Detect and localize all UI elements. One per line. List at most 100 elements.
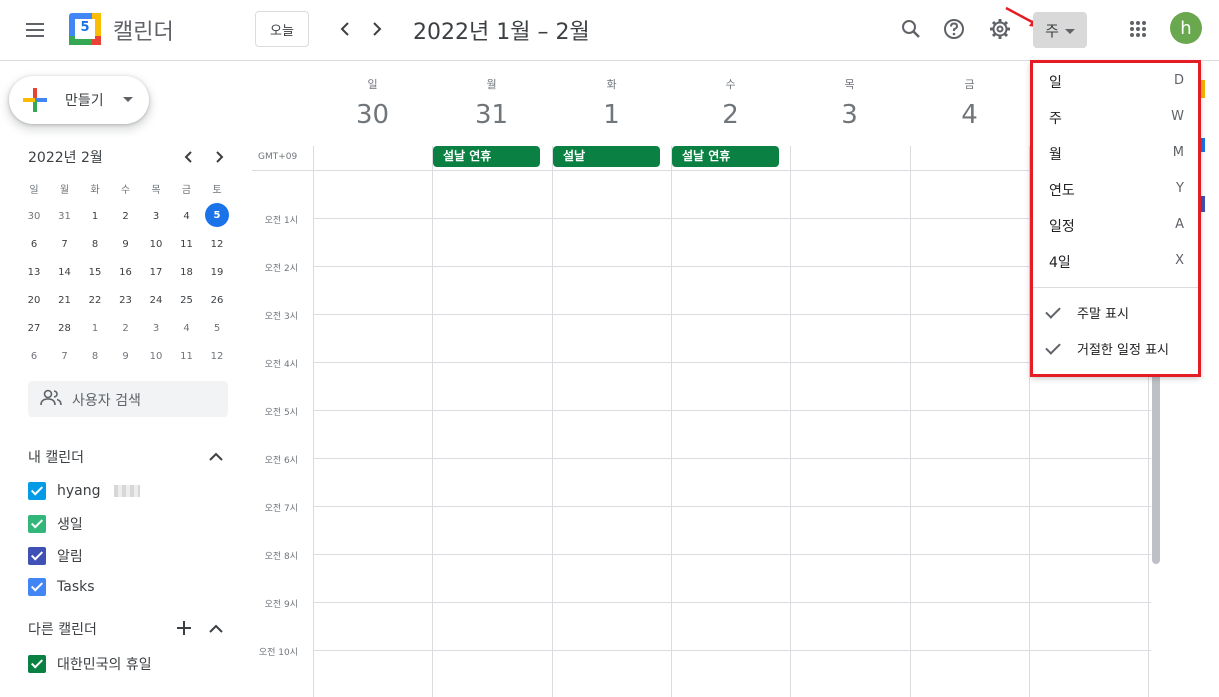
mini-day[interactable]: 11: [173, 230, 201, 258]
create-button[interactable]: 만들기: [9, 76, 149, 124]
mini-day[interactable]: 23: [112, 286, 140, 314]
day-date-number[interactable]: 31: [432, 100, 551, 130]
grid-column-line: [313, 146, 314, 697]
mini-day[interactable]: 4: [173, 202, 201, 230]
mini-day[interactable]: 7: [51, 342, 79, 370]
top-bar: 5 캘린더 오늘 2022년 1월 – 2월 주 h: [0, 0, 1219, 61]
logo-number: 5: [80, 20, 90, 35]
day-date-number[interactable]: 1: [552, 100, 671, 130]
calendar-list-item[interactable]: 대한민국의 휴일: [28, 654, 218, 674]
day-column-header[interactable]: 월 31: [432, 76, 551, 130]
mini-day[interactable]: 5: [203, 314, 231, 342]
mini-day[interactable]: 16: [112, 258, 140, 286]
mini-day[interactable]: 10: [142, 342, 170, 370]
account-avatar[interactable]: h: [1170, 12, 1202, 44]
mini-day[interactable]: 2: [112, 314, 140, 342]
mini-day[interactable]: 1: [81, 202, 109, 230]
mini-day[interactable]: 18: [173, 258, 201, 286]
time-label: 오전 4시: [264, 360, 298, 370]
my-calendars-title: 내 캘린더: [28, 450, 84, 466]
checkbox-checked-icon[interactable]: [28, 482, 46, 500]
search-people-input[interactable]: 사용자 검색: [28, 381, 228, 417]
mini-day[interactable]: 20: [20, 286, 48, 314]
grid-scrollbar[interactable]: [1152, 370, 1160, 564]
mini-day[interactable]: 6: [20, 342, 48, 370]
day-column-header[interactable]: 화1: [552, 76, 671, 130]
mini-day[interactable]: 27: [20, 314, 48, 342]
checkbox-checked-icon[interactable]: [28, 547, 46, 565]
all-day-event[interactable]: 설날 연휴: [672, 146, 779, 167]
mini-day[interactable]: 25: [173, 286, 201, 314]
mini-day[interactable]: 4: [173, 314, 201, 342]
mini-calendar-next-icon[interactable]: [210, 148, 228, 166]
calendar-list-item[interactable]: hyang: [28, 482, 218, 500]
mini-day[interactable]: 8: [81, 230, 109, 258]
day-date-number[interactable]: 4: [910, 100, 1029, 130]
mini-day[interactable]: 28: [51, 314, 79, 342]
day-of-week-label: 화: [606, 78, 617, 91]
annotation-highlight-box: [1030, 60, 1201, 377]
day-of-week-label: 일: [367, 78, 378, 91]
day-column-header[interactable]: 금4: [910, 76, 1029, 130]
all-day-event[interactable]: 설날: [553, 146, 660, 167]
help-icon[interactable]: [934, 9, 974, 49]
mini-day[interactable]: 1: [81, 314, 109, 342]
checkbox-checked-icon[interactable]: [28, 578, 46, 596]
add-other-calendar-icon[interactable]: [175, 619, 193, 637]
mini-day[interactable]: 6: [20, 230, 48, 258]
mini-day[interactable]: 15: [81, 258, 109, 286]
main-menu-icon[interactable]: [22, 18, 48, 42]
collapse-other-calendars-icon[interactable]: [207, 621, 225, 637]
mini-day[interactable]: 12: [203, 342, 231, 370]
checkbox-checked-icon[interactable]: [28, 655, 46, 673]
mini-day[interactable]: 7: [51, 230, 79, 258]
mini-day[interactable]: 14: [51, 258, 79, 286]
mini-day[interactable]: 19: [203, 258, 231, 286]
time-label: 오전 3시: [264, 312, 298, 322]
mini-day[interactable]: 11: [173, 342, 201, 370]
mini-day[interactable]: 22: [81, 286, 109, 314]
day-column-header[interactable]: 목3: [790, 76, 909, 130]
day-of-week-label: 수: [725, 78, 736, 91]
mini-day[interactable]: 9: [112, 342, 140, 370]
view-switcher-button[interactable]: 주: [1033, 12, 1087, 48]
grid-column-line: [432, 146, 433, 697]
mini-day[interactable]: 31: [51, 202, 79, 230]
previous-period-icon[interactable]: [331, 15, 359, 43]
mini-day[interactable]: 3: [142, 202, 170, 230]
day-date-number[interactable]: 30: [313, 100, 432, 130]
apps-grid-icon[interactable]: [1118, 9, 1158, 49]
calendar-logo-icon[interactable]: 5: [68, 12, 102, 46]
app-name: 캘린더: [113, 20, 174, 45]
mini-day[interactable]: 24: [142, 286, 170, 314]
mini-day[interactable]: 30: [20, 202, 48, 230]
mini-day[interactable]: 9: [112, 230, 140, 258]
mini-day[interactable]: 21: [51, 286, 79, 314]
hour-line: [313, 554, 1151, 555]
day-date-number[interactable]: 3: [790, 100, 909, 130]
checkbox-checked-icon[interactable]: [28, 515, 46, 533]
today-button[interactable]: 오늘: [255, 11, 309, 47]
calendar-list-item[interactable]: 생일: [28, 514, 218, 534]
mini-day[interactable]: 17: [142, 258, 170, 286]
mini-day[interactable]: 12: [203, 230, 231, 258]
next-period-icon[interactable]: [363, 15, 391, 43]
day-column-header[interactable]: 수2: [671, 76, 790, 130]
calendar-list-item[interactable]: Tasks: [28, 578, 218, 596]
mini-day[interactable]: 2: [112, 202, 140, 230]
mini-calendar-prev-icon[interactable]: [180, 148, 198, 166]
mini-day[interactable]: 26: [203, 286, 231, 314]
calendar-list-item[interactable]: 알림: [28, 546, 218, 566]
mini-day-today[interactable]: 5: [205, 203, 229, 227]
collapse-my-calendars-icon[interactable]: [207, 449, 225, 465]
search-icon[interactable]: [891, 9, 931, 49]
side-panel-edge: [1201, 80, 1205, 98]
mini-day[interactable]: 3: [142, 314, 170, 342]
mini-day[interactable]: 10: [142, 230, 170, 258]
day-column-header[interactable]: 일 30: [313, 76, 432, 130]
day-date-number[interactable]: 2: [671, 100, 790, 130]
mini-day[interactable]: 8: [81, 342, 109, 370]
mini-weekday-label: 목: [151, 184, 161, 196]
mini-day[interactable]: 13: [20, 258, 48, 286]
all-day-event[interactable]: 설날 연휴: [433, 146, 540, 167]
